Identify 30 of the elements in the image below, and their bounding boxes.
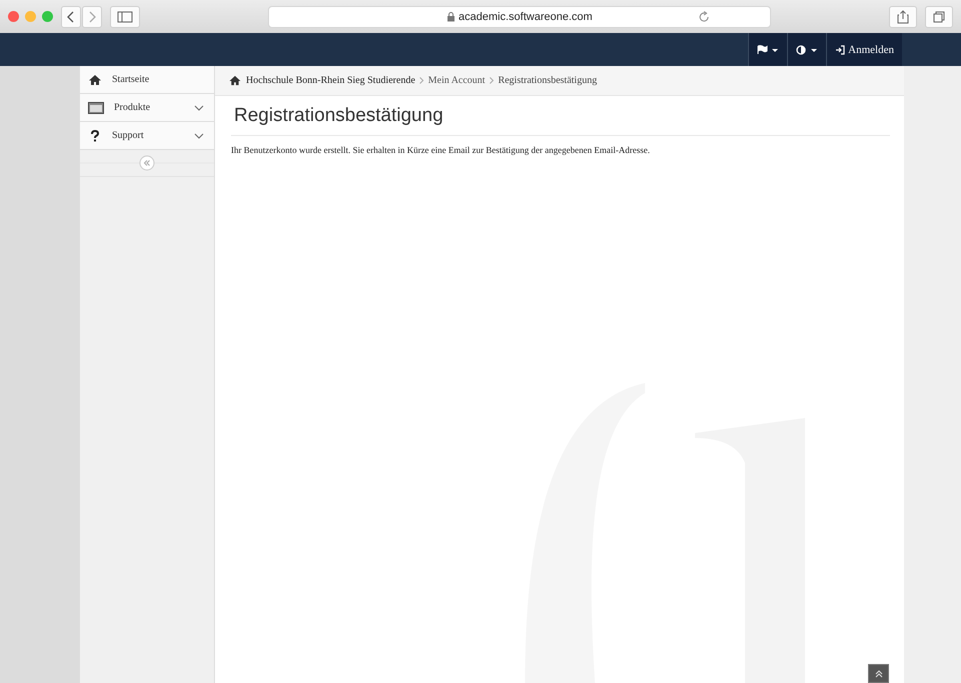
breadcrumb-link[interactable]: Mein Account bbox=[428, 75, 486, 86]
sidebar-item[interactable]: Support bbox=[80, 122, 214, 150]
confirmation-message: Ihr Benutzerkonto wurde erstellt. Sie erhalten in Kürze eine Email zur Bestätigung der angegebenen Email-Adresse. bbox=[231, 145, 651, 155]
lock-icon bbox=[446, 12, 455, 22]
chevron-right-icon bbox=[489, 77, 494, 84]
home-icon[interactable] bbox=[228, 75, 242, 86]
reload-icon[interactable] bbox=[698, 10, 710, 22]
scroll-to-top-button[interactable] bbox=[868, 664, 889, 683]
sidebar-item[interactable]: Produkte bbox=[80, 94, 214, 122]
back-icon[interactable] bbox=[61, 6, 81, 28]
sidebar-toggle-icon[interactable] bbox=[110, 6, 140, 28]
question-mark-icon bbox=[88, 130, 102, 142]
flag-icon bbox=[757, 44, 780, 54]
close-window-button[interactable] bbox=[8, 11, 19, 22]
login-icon bbox=[835, 44, 846, 54]
contrast-dropdown[interactable] bbox=[787, 33, 826, 66]
double-chevron-up-icon bbox=[874, 670, 882, 678]
address-text: academic.softwareone.com bbox=[458, 10, 592, 22]
share-icon[interactable] bbox=[889, 6, 917, 28]
sidebar-item[interactable]: Startseite bbox=[80, 66, 214, 94]
address-bar[interactable]: academic.softwareone.com bbox=[268, 6, 771, 28]
page-title: Registrationsbestätigung bbox=[231, 96, 890, 136]
login-button[interactable]: Anmelden bbox=[826, 33, 902, 66]
window-icon bbox=[88, 102, 104, 114]
chevron-right-icon bbox=[419, 77, 424, 84]
breadcrumb-link[interactable]: Hochschule Bonn-Rhein Sieg Studierende bbox=[246, 75, 416, 86]
contrast-icon bbox=[796, 44, 818, 54]
tabs-icon[interactable] bbox=[925, 6, 953, 28]
home-icon bbox=[88, 74, 102, 86]
language-dropdown[interactable] bbox=[748, 33, 788, 66]
